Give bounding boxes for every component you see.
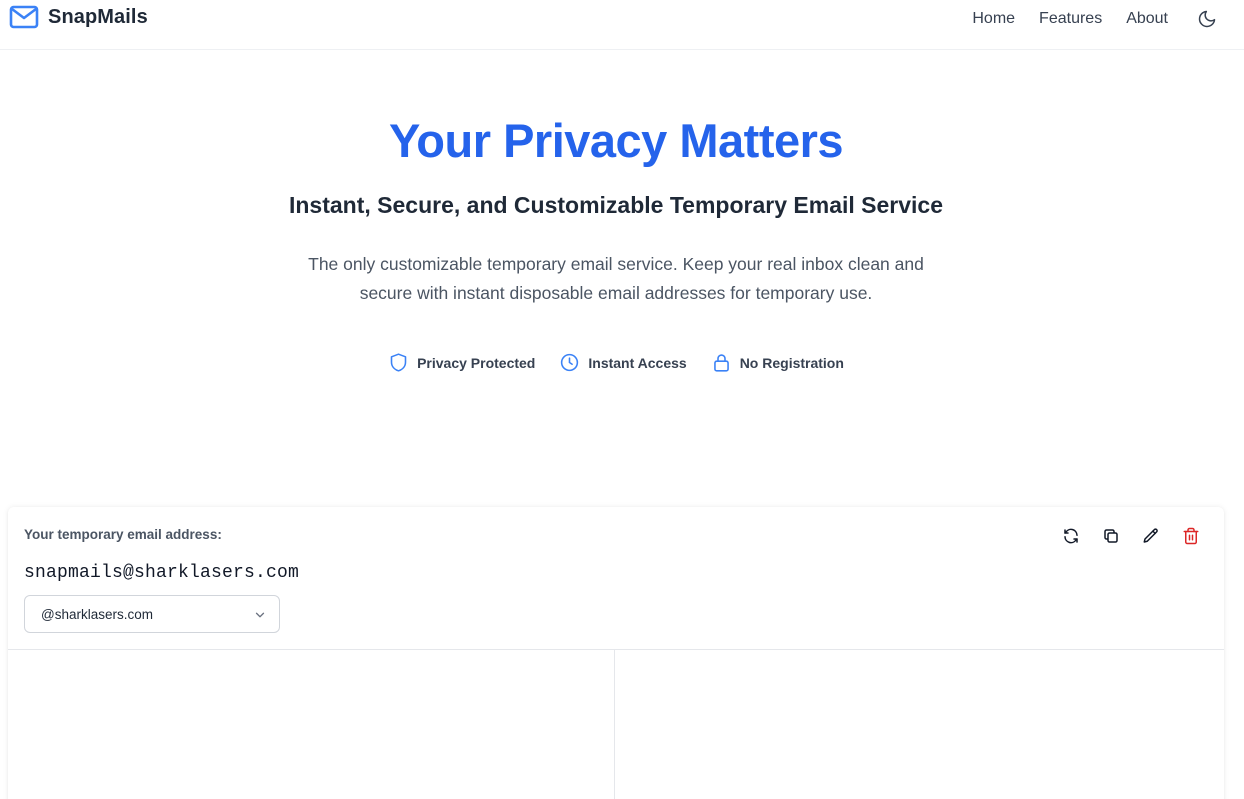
delete-button[interactable] [1178, 523, 1204, 549]
nav-link-about[interactable]: About [1126, 9, 1168, 29]
feature-list: Privacy Protected Instant Access No Regi… [0, 352, 1232, 373]
nav-link-home[interactable]: Home [972, 9, 1015, 29]
inbox-list-pane [8, 650, 615, 799]
feature-label: Instant Access [588, 354, 687, 371]
moon-icon [1198, 10, 1216, 28]
theme-toggle-button[interactable] [1196, 8, 1218, 30]
shield-icon [390, 353, 407, 372]
feature-label: No Registration [739, 354, 844, 371]
brand-link[interactable]: SnapMails [9, 3, 148, 31]
copy-icon [1104, 529, 1118, 543]
feature-instant: Instant Access [559, 352, 687, 373]
feature-label: Privacy Protected [417, 354, 536, 371]
temp-email-card: Your temporary email address: snapmails@… [8, 507, 1224, 799]
refresh-button[interactable] [1058, 523, 1084, 549]
domain-select[interactable]: @sharklasers.com [24, 595, 280, 633]
edit-icon [1143, 528, 1158, 543]
lock-icon [713, 354, 729, 372]
clock-icon [561, 353, 579, 372]
feature-no-registration: No Registration [711, 352, 844, 373]
hero-title: Your Privacy Matters [388, 114, 844, 167]
nav-link-features[interactable]: Features [1039, 9, 1102, 29]
email-actions [1058, 523, 1204, 549]
edit-button[interactable] [1138, 523, 1164, 549]
copy-button[interactable] [1098, 523, 1124, 549]
email-address-value[interactable]: snapmails@sharklasers.com [24, 563, 299, 583]
email-address-label: Your temporary email address: [24, 527, 222, 542]
hero-subtitle: Instant, Secure, and Customizable Tempor… [288, 192, 944, 218]
domain-select-value: @sharklasers.com [41, 606, 153, 622]
trash-icon [1183, 527, 1199, 545]
nav-links: Home Features About [972, 8, 1244, 30]
mail-icon [9, 3, 39, 31]
hero-description: The only customizable temporary email se… [308, 254, 924, 303]
top-navbar: SnapMails Home Features About [0, 0, 1244, 50]
feature-privacy: Privacy Protected [388, 352, 535, 373]
chevron-down-icon [255, 612, 265, 618]
brand-name: SnapMails [48, 5, 148, 28]
refresh-icon [1064, 528, 1078, 544]
message-view-pane [616, 650, 1224, 799]
